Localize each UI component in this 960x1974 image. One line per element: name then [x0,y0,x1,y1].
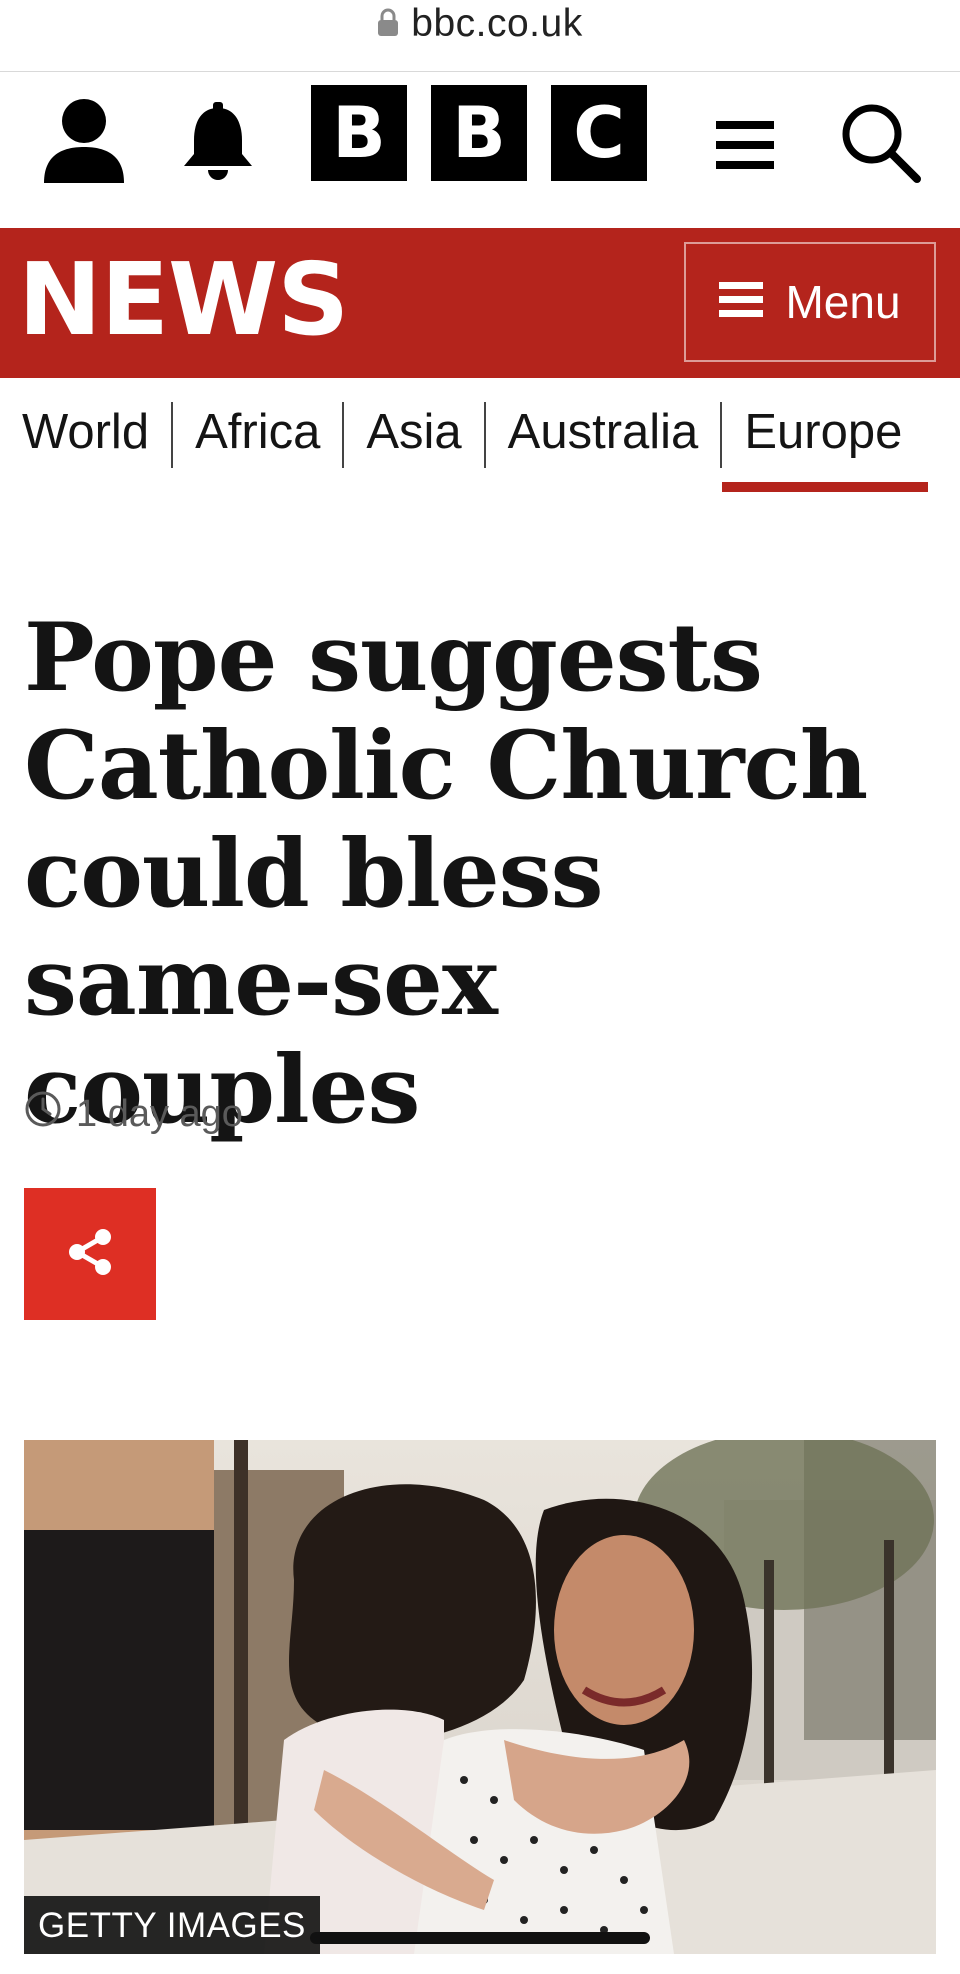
share-icon [65,1227,115,1282]
bbc-logo-letter: B [311,85,407,181]
news-menu-label: Menu [785,276,901,328]
section-tab-asia[interactable]: Asia [344,378,483,492]
article-photo-illustration [24,1440,936,1954]
news-logo[interactable]: NEWS [18,250,349,350]
browser-url-bar[interactable]: bbc.co.uk [0,0,960,72]
home-indicator[interactable] [310,1932,650,1944]
news-menu-button[interactable]: Menu [684,242,936,362]
section-tab-australia[interactable]: Australia [486,378,721,492]
share-button[interactable] [24,1188,156,1320]
news-bar: NEWS Menu [0,228,960,378]
search-icon [839,101,921,188]
bell-icon [180,100,256,189]
bbc-logo-letter: B [431,85,527,181]
hamburger-icon [719,280,764,325]
search-button[interactable] [830,94,930,194]
section-tab-world[interactable]: World [0,378,171,492]
section-tab-africa[interactable]: Africa [173,378,342,492]
more-menu-button[interactable] [700,102,790,192]
article-headline: Pope suggests Catholic Church could bles… [24,603,868,1145]
section-nav: World Africa Asia Australia Europe [0,378,960,492]
hamburger-icon [714,117,776,178]
account-button[interactable] [34,86,134,196]
user-icon [38,93,130,190]
bbc-logo-letter: C [551,85,647,181]
bbc-masthead: B B C [0,72,960,228]
lock-icon [377,7,399,42]
article-timestamp: 1 day ago [24,1090,243,1138]
article-image[interactable]: GETTY IMAGES [24,1440,936,1954]
bbc-logo[interactable]: B B C [311,85,647,181]
url-text: bbc.co.uk [411,2,583,45]
image-credit: GETTY IMAGES [24,1896,320,1954]
timestamp-text: 1 day ago [76,1092,243,1135]
notifications-button[interactable] [168,94,268,194]
clock-icon [24,1090,62,1138]
section-tab-europe[interactable]: Europe [722,378,929,492]
